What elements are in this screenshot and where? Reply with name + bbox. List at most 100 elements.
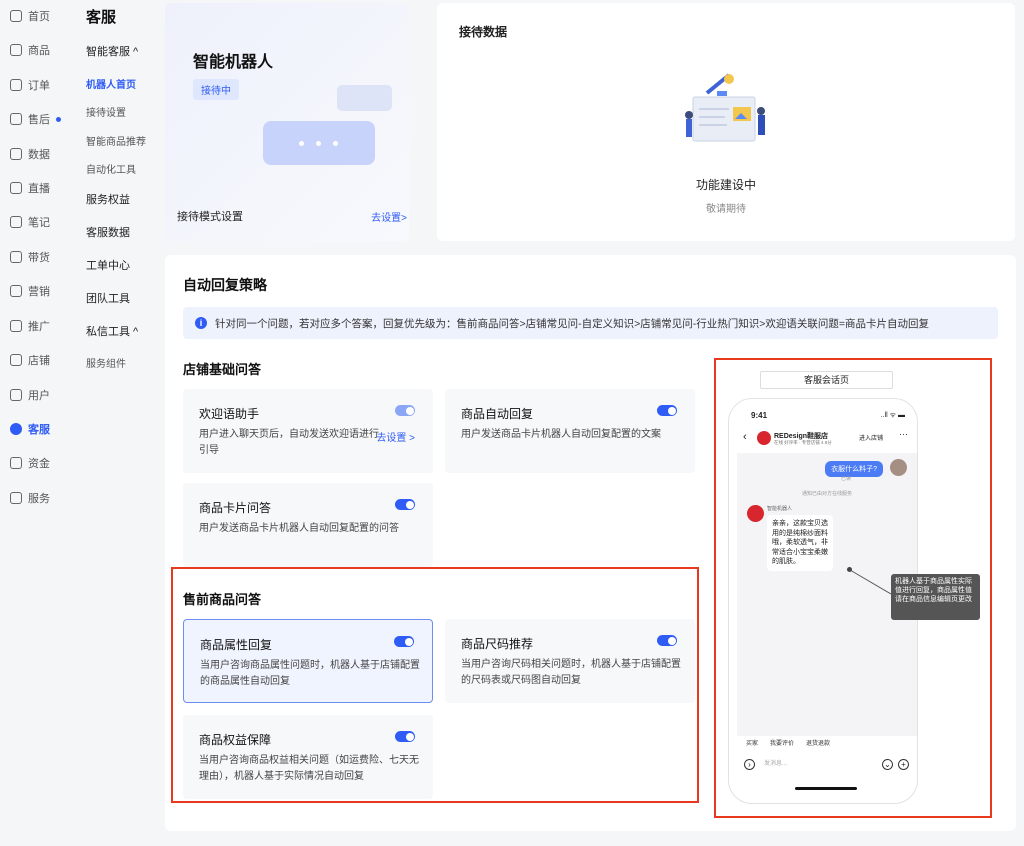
emoji-icon[interactable]: ⌄ (882, 759, 893, 770)
menu-group-dm-tools[interactable]: 私信工具 ^ (86, 323, 138, 339)
voice-icon[interactable]: › (744, 759, 755, 770)
section-title: 客服 (86, 9, 117, 26)
product-auto-reply-toggle[interactable] (657, 405, 677, 416)
nav-product[interactable]: 商品 (10, 40, 50, 60)
presale-highlight-box (171, 567, 699, 803)
menu-robot-home[interactable]: 机器人首页 (86, 76, 136, 91)
menu-team-tools[interactable]: 团队工具 (86, 290, 130, 306)
menu-service-data[interactable]: 客服数据 (86, 224, 130, 240)
nav-promote[interactable]: 推广 (10, 316, 50, 336)
live-icon (10, 182, 22, 194)
menu-ticket-center[interactable]: 工单中心 (86, 257, 130, 273)
phone-home-indicator (795, 787, 857, 790)
under-construction-illustration (685, 73, 765, 142)
notification-dot-icon (56, 116, 61, 122)
nav-funds[interactable]: 资金 (10, 453, 50, 473)
nav-data[interactable]: 数据 (10, 144, 50, 164)
menu-smart-recommend[interactable]: 智能商品推荐 (86, 133, 146, 148)
tile-title: 商品卡片问答 (199, 501, 272, 515)
shop-logo (757, 431, 771, 445)
basic-qa-title: 店铺基础问答 (183, 362, 262, 377)
marketing-icon (10, 285, 22, 297)
store-icon (10, 354, 22, 366)
message-input[interactable]: 发消息... (758, 757, 878, 772)
user-question-bubble: 衣服什么料子? (825, 461, 883, 477)
status-badge: 接待中 (193, 79, 239, 100)
nav-aftersale[interactable]: 售后 (10, 109, 61, 129)
data-icon (10, 148, 22, 160)
aftersale-icon (10, 113, 22, 125)
reception-data-card: 接待数据 功能建设中 敬请期待 (437, 3, 1015, 241)
plus-icon[interactable]: + (898, 759, 909, 770)
reception-mode-label: 接待模式设置 (177, 211, 243, 223)
nav-service[interactable]: 客服 (10, 419, 50, 439)
product-card-qa-toggle[interactable] (395, 499, 415, 510)
nav-home[interactable]: 首页 (10, 6, 50, 26)
attribute-tooltip: 机器人基于商品属性实际值进行回复，商品属性值请在商品信息编辑页更改 (891, 574, 980, 620)
nav-live[interactable]: 直播 (10, 178, 50, 198)
phone-signal-icon: ..ll ᯤ ▬ (880, 412, 905, 419)
primary-sidebar: 首页 商品 订单 售后 数据 直播 笔记 带货 营销 推广 店铺 用户 客服 资… (0, 0, 74, 846)
reception-mode-row: 接待模式设置 去设置> (177, 203, 407, 229)
robot-title: 智能机器人 (193, 54, 274, 71)
home-icon (10, 10, 22, 22)
preview-tab[interactable]: 客服会话页 (760, 371, 893, 389)
nav-marketing[interactable]: 营销 (10, 281, 50, 301)
tile-title: 商品自动回复 (461, 407, 534, 421)
product-icon (10, 44, 22, 56)
phone-time: 9:41 (751, 411, 768, 420)
bot-name: 智能机器人 (767, 506, 793, 512)
quick-reply-item[interactable]: 买家 (744, 737, 761, 748)
nav-store[interactable]: 店铺 (10, 350, 50, 370)
chat-bubble-illustration (337, 85, 392, 111)
nav-note[interactable]: 笔记 (10, 212, 50, 232)
note-icon (10, 216, 22, 228)
nav-order[interactable]: 订单 (10, 75, 50, 95)
product-card-qa-tile[interactable]: 商品卡片问答 用户发送商品卡片机器人自动回复配置的问答 (183, 483, 433, 567)
order-icon (10, 79, 22, 91)
welcome-assistant-tile[interactable]: 欢迎语助手 用户进入聊天页后，自动发送欢迎语进行引导 去设置 > (183, 389, 433, 473)
bot-avatar (747, 505, 764, 522)
menu-automation[interactable]: 自动化工具 (86, 161, 136, 176)
quick-reply-item[interactable]: 退货退款 (804, 737, 833, 748)
services-icon (10, 492, 22, 504)
priority-notice-text: 针对同一个问题，若对应多个答案，回复优先级为：售前商品问答>店铺常见问-自定义知… (215, 317, 930, 330)
info-icon: i (195, 317, 207, 329)
tooltip-anchor (847, 567, 852, 572)
shop-meta: 在线 好评率 · 专营店铺 4.9分 (774, 440, 832, 445)
building-subtitle: 敬请期待 (706, 204, 746, 215)
user-icon (10, 389, 22, 401)
enter-shop-button[interactable]: 进入店铺 (859, 433, 883, 442)
tile-desc: 用户发送商品卡片机器人自动回复配置的文案 (461, 429, 661, 440)
menu-reception-settings[interactable]: 接待设置 (86, 104, 126, 119)
tile-desc: 用户发送商品卡片机器人自动回复配置的问答 (199, 523, 399, 534)
robot-card: 智能机器人 接待中 接待模式设置 去设置> (165, 3, 409, 241)
welcome-assistant-toggle[interactable] (395, 405, 415, 416)
building-title: 功能建设中 (695, 178, 756, 192)
system-note: 通知已由对方在线服务 (801, 491, 852, 497)
funds-icon (10, 457, 22, 469)
service-icon (10, 423, 22, 435)
nav-services[interactable]: 服务 (10, 488, 50, 508)
read-status: 已读 (840, 476, 851, 482)
tile-title: 欢迎语助手 (199, 407, 260, 421)
chat-header: ‹ REDesign鞋服店 在线 好评率 · 专营店铺 4.9分 进入店铺 ··… (729, 429, 917, 451)
menu-service-rights[interactable]: 服务权益 (86, 191, 130, 207)
back-icon[interactable]: ‹ (743, 431, 747, 443)
typing-bubble-illustration (263, 121, 375, 165)
chat-input-bar: › 发消息... ⌄ + (740, 756, 910, 774)
promote-icon (10, 320, 22, 332)
priority-notice: i 针对同一个问题，若对应多个答案，回复优先级为：售前商品问答>店铺常见问-自定… (183, 307, 998, 339)
welcome-settings-link[interactable]: 去设置 > (376, 429, 415, 444)
nav-sell[interactable]: 带货 (10, 247, 50, 267)
quick-reply-bar: 买家 我要评价 退货退款 (744, 737, 833, 748)
more-icon[interactable]: ··· (899, 429, 908, 439)
product-auto-reply-tile[interactable]: 商品自动回复 用户发送商品卡片机器人自动回复配置的文案 (445, 389, 695, 473)
quick-reply-item[interactable]: 我要评价 (768, 737, 797, 748)
menu-group-smart-service[interactable]: 智能客服 ^ (86, 43, 138, 59)
reception-data-title: 接待数据 (459, 25, 508, 39)
sell-icon (10, 251, 22, 263)
menu-service-component[interactable]: 服务组件 (86, 355, 126, 370)
nav-user[interactable]: 用户 (10, 385, 50, 405)
reception-mode-link[interactable]: 去设置> (371, 209, 407, 224)
